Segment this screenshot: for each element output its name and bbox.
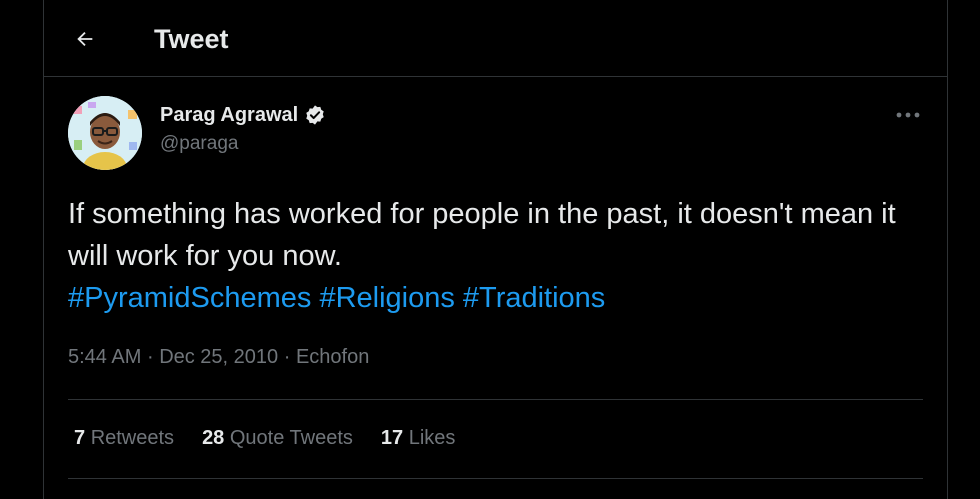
quote-tweets-stat[interactable]: 28 Quote Tweets <box>202 425 353 451</box>
likes-count: 17 <box>380 427 404 449</box>
more-horizontal-icon <box>896 112 920 118</box>
tweet-text: If something has worked for people in th… <box>68 193 908 319</box>
hashtag-link[interactable]: #Traditions <box>463 282 605 314</box>
quotes-count: 28 <box>202 427 225 449</box>
avatar[interactable] <box>68 96 142 170</box>
arrow-left-icon <box>77 31 93 47</box>
hashtag-link[interactable]: #PyramidSchemes <box>68 282 311 314</box>
divider <box>68 478 923 479</box>
tweet-stats: 7 Retweets 28 Quote Tweets 17 Likes <box>74 425 455 451</box>
author-block: Parag Agrawal @paraga <box>160 103 326 155</box>
tweet-body: If something has worked for people in th… <box>68 198 896 272</box>
more-options-button[interactable] <box>893 104 923 126</box>
retweets-count: 7 <box>74 427 86 449</box>
author-handle[interactable]: @paraga <box>160 133 326 155</box>
header: Tweet <box>44 0 947 77</box>
retweets-stat[interactable]: 7 Retweets <box>74 425 174 451</box>
tweet-date[interactable]: Dec 25, 2010 <box>159 346 278 368</box>
page-title: Tweet <box>154 24 229 54</box>
tweet-source[interactable]: Echofon <box>296 346 369 368</box>
quotes-label: Quote Tweets <box>229 427 353 449</box>
likes-label: Likes <box>408 427 456 449</box>
meta-separator: · <box>146 346 154 368</box>
divider <box>68 399 923 400</box>
author-name[interactable]: Parag Agrawal <box>160 103 298 127</box>
likes-stat[interactable]: 17 Likes <box>381 425 456 451</box>
avatar-image <box>68 96 142 170</box>
retweets-label: Retweets <box>90 427 175 449</box>
meta-separator: · <box>283 346 291 368</box>
back-button[interactable] <box>68 22 102 56</box>
verified-badge-icon <box>306 105 324 125</box>
hashtag-link[interactable]: #Religions <box>319 282 454 314</box>
tweet-column: Tweet Parag Agrawal @paraga If something… <box>43 0 948 499</box>
tweet-time[interactable]: 5:44 AM <box>68 346 141 368</box>
tweet-meta: 5:44 AM · Dec 25, 2010 · Echofon <box>68 344 369 370</box>
